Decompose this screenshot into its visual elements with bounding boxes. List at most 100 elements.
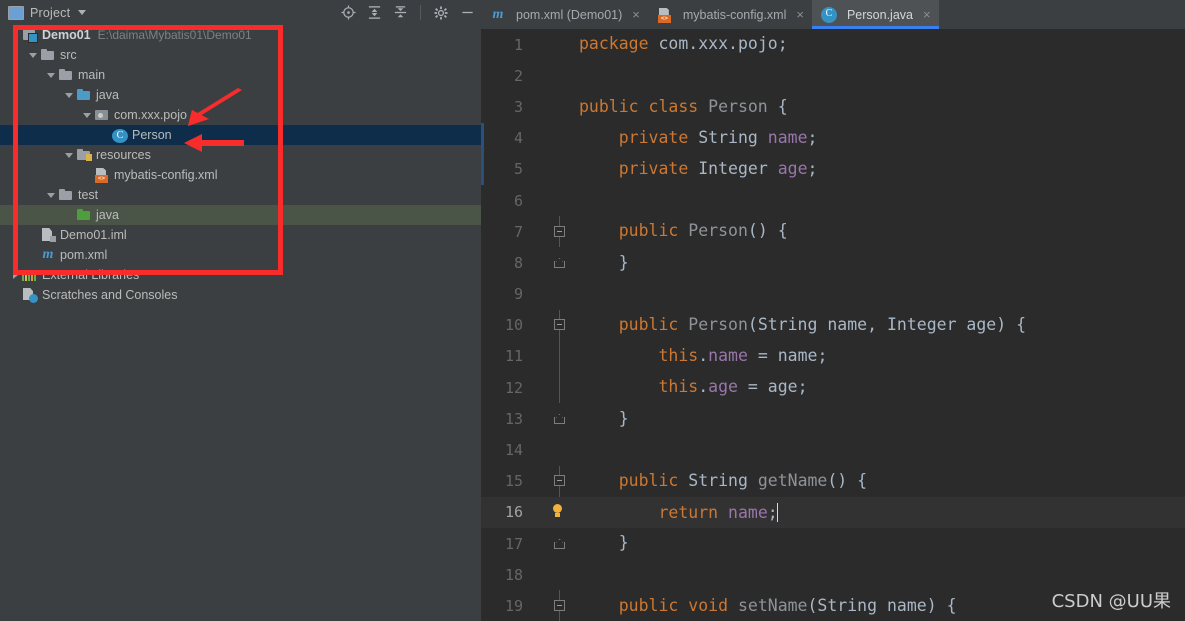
chevron-down-icon[interactable]	[46, 190, 57, 201]
code-line[interactable]: 6	[481, 185, 1185, 216]
fold-collapse-icon[interactable]	[554, 225, 565, 237]
tree-node-java[interactable]: java	[0, 85, 481, 105]
editor-tab-person-java[interactable]: C Person.java ×	[811, 0, 939, 29]
editor-gutter[interactable]	[533, 216, 579, 248]
editor-gutter[interactable]	[533, 60, 579, 91]
collapse-all-icon[interactable]	[392, 5, 408, 21]
fold-end-icon[interactable]	[554, 414, 565, 424]
code-token: public void	[579, 595, 738, 615]
project-tree[interactable]: Demo01 E:\daima\Mybatis01\Demo01 src main ja…	[0, 25, 481, 621]
line-number: 9	[513, 285, 523, 304]
editor-tab-label: mybatis-config.xml	[682, 7, 787, 22]
editor-gutter[interactable]	[533, 590, 579, 621]
line-number: 11	[504, 347, 523, 366]
change-marker[interactable]	[481, 122, 484, 154]
code-line[interactable]: 3 public class Person {	[481, 91, 1185, 122]
code-line[interactable]: 12 this.age = age;	[481, 372, 1185, 404]
tree-node-test[interactable]: test	[0, 185, 481, 205]
code-line[interactable]: 18	[481, 559, 1185, 590]
editor-gutter[interactable]	[533, 403, 579, 434]
chevron-down-icon[interactable]	[28, 50, 39, 61]
fold-end-icon[interactable]	[554, 539, 565, 549]
code-token: Person	[688, 315, 748, 335]
code-line[interactable]: 9	[481, 279, 1185, 310]
line-number: 16	[504, 503, 523, 522]
tree-twisty-placeholder	[28, 230, 39, 241]
chevron-down-icon[interactable]	[64, 90, 75, 101]
editor-gutter[interactable]	[533, 340, 579, 373]
tree-node-src[interactable]: src	[0, 45, 481, 65]
chevron-down-icon[interactable]	[82, 110, 93, 121]
editor-gutter[interactable]	[533, 123, 579, 154]
fold-collapse-icon[interactable]	[554, 319, 565, 331]
editor-gutter[interactable]	[533, 309, 579, 341]
code-token: }	[579, 408, 629, 428]
code-line[interactable]: 13 }	[481, 403, 1185, 434]
editor-gutter[interactable]	[533, 154, 579, 185]
tree-node-java[interactable]: java	[0, 205, 481, 225]
chevron-right-icon[interactable]	[10, 270, 21, 281]
code-line[interactable]: 16 return name;	[481, 496, 1185, 528]
editor-gutter[interactable]	[533, 279, 579, 310]
tree-node-scratches-and-consoles[interactable]: Scratches and Consoles	[0, 285, 481, 305]
tree-node-demo01[interactable]: Demo01 E:\daima\Mybatis01\Demo01	[0, 25, 481, 45]
tree-node-external-libraries[interactable]: External Libraries	[0, 265, 481, 285]
code-line[interactable]: 15 public String getName() {	[481, 465, 1185, 497]
tree-node-main[interactable]: main	[0, 65, 481, 85]
project-title-group[interactable]: Project	[0, 5, 87, 20]
locate-icon[interactable]	[340, 5, 356, 21]
tree-node-person[interactable]: C Person	[0, 125, 481, 145]
code-token: public class	[579, 96, 709, 116]
editor-gutter[interactable]	[533, 497, 579, 528]
settings-gear-icon[interactable]	[433, 5, 449, 21]
change-marker[interactable]	[481, 153, 484, 185]
code-editor[interactable]: 1 package com.xxx.pojo; 2 3 public class Per…	[481, 29, 1185, 621]
tree-node-demo01-iml[interactable]: Demo01.iml	[0, 225, 481, 245]
tree-node-pom-xml[interactable]: m pom.xml	[0, 245, 481, 265]
editor-tab-mybatis-config-xml[interactable]: <> mybatis-config.xml ×	[648, 0, 812, 29]
editor-gutter[interactable]	[533, 372, 579, 404]
code-line[interactable]: 14	[481, 434, 1185, 465]
close-icon[interactable]: ×	[923, 8, 931, 21]
tree-node-com-xxx-pojo[interactable]: com.xxx.pojo	[0, 105, 481, 125]
code-line[interactable]: 1 package com.xxx.pojo;	[481, 29, 1185, 60]
editor-gutter[interactable]	[533, 91, 579, 122]
chevron-down-icon[interactable]	[46, 70, 57, 81]
code-line[interactable]: 10 public Person(String name, Integer ag…	[481, 309, 1185, 341]
editor-gutter[interactable]	[533, 185, 579, 216]
expand-all-icon[interactable]	[366, 5, 382, 21]
editor-gutter[interactable]	[533, 528, 579, 559]
line-number: 18	[504, 565, 523, 584]
code-line[interactable]: 5 private Integer age;	[481, 153, 1185, 185]
minimize-icon[interactable]	[459, 5, 475, 21]
editor-gutter[interactable]	[533, 29, 579, 60]
editor-gutter[interactable]	[533, 465, 579, 497]
intention-bulb-icon[interactable]	[551, 504, 564, 520]
close-icon[interactable]: ×	[796, 8, 804, 21]
code-line[interactable]: 8 }	[481, 247, 1185, 278]
code-token: .	[698, 377, 709, 397]
code-line[interactable]: 2	[481, 60, 1185, 91]
fold-collapse-icon[interactable]	[554, 599, 565, 611]
close-icon[interactable]: ×	[632, 8, 640, 21]
tree-node-resources[interactable]: resources	[0, 145, 481, 165]
fold-end-icon[interactable]	[554, 258, 565, 268]
chevron-down-icon[interactable]	[64, 150, 75, 161]
line-number: 3	[513, 97, 523, 116]
maven-file-icon: m	[492, 6, 504, 22]
code-line[interactable]: 17 }	[481, 528, 1185, 559]
code-line[interactable]: 11 this.name = name;	[481, 340, 1185, 373]
code-line[interactable]: 7 public Person() {	[481, 216, 1185, 248]
editor-gutter[interactable]	[533, 434, 579, 465]
editor-gutter[interactable]	[533, 247, 579, 278]
editor-tab-pom-xml-demo01[interactable]: m pom.xml (Demo01) ×	[481, 0, 648, 29]
code-line[interactable]: 4 private String name;	[481, 122, 1185, 154]
chevron-down-icon[interactable]	[78, 10, 87, 15]
editor-gutter[interactable]	[533, 559, 579, 590]
tree-node-mybatis-config-xml[interactable]: <> mybatis-config.xml	[0, 165, 481, 185]
line-number: 10	[504, 316, 523, 335]
code-token: () {	[827, 470, 868, 490]
fold-collapse-icon[interactable]	[554, 475, 565, 487]
